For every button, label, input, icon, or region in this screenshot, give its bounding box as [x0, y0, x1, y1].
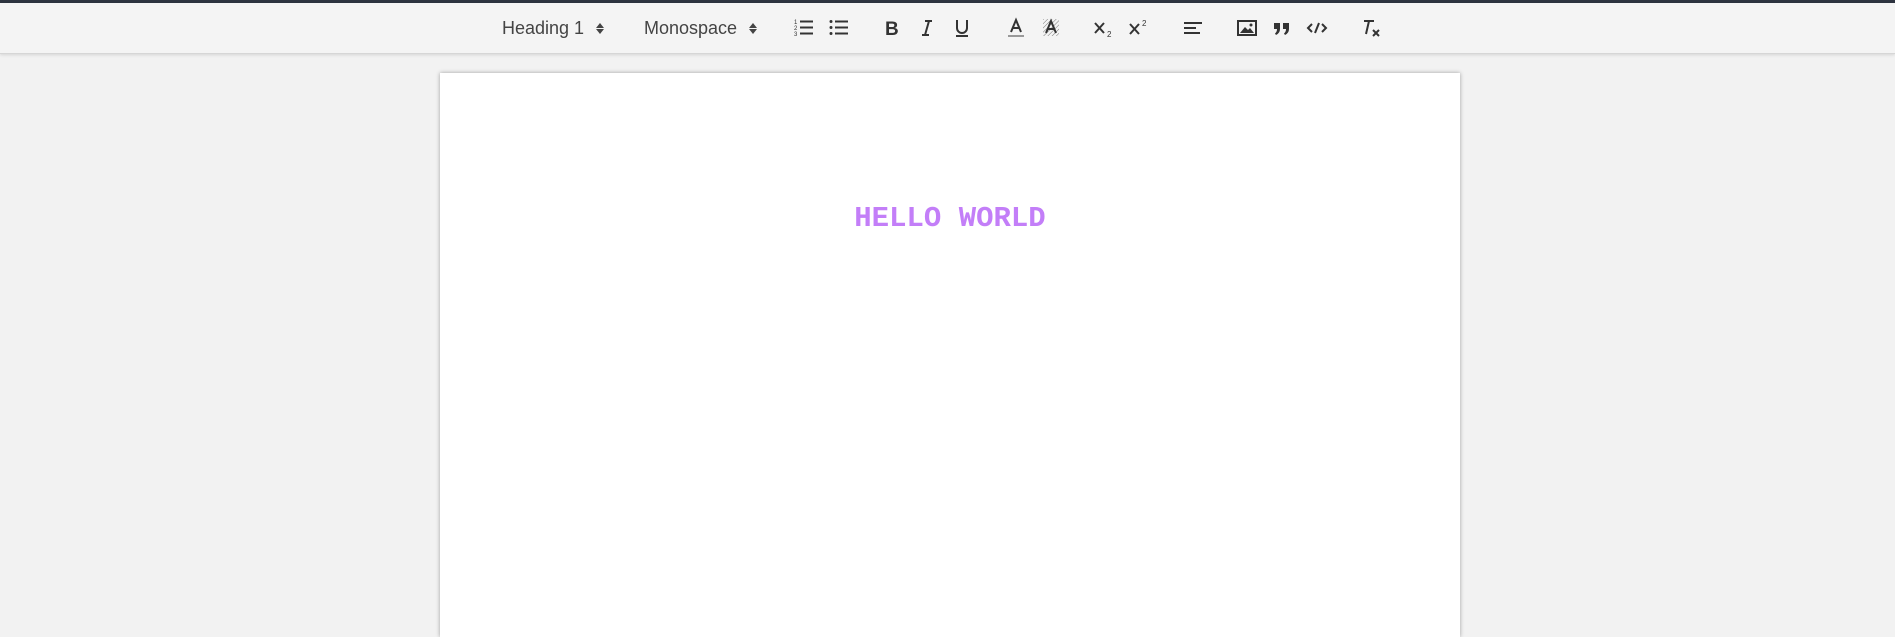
superscript-button[interactable]: 2 [1125, 3, 1153, 53]
bullet-list-icon [829, 20, 848, 35]
subscript-icon: 2 [1094, 22, 1112, 39]
document-page[interactable]: HELLO WORLD [440, 73, 1460, 637]
superscript-icon: 2 [1129, 19, 1147, 35]
text-color-icon [1008, 17, 1024, 37]
image-button[interactable] [1233, 3, 1261, 53]
heading-select-label: Heading 1 [502, 17, 585, 38]
font-select[interactable]: Monospace [644, 3, 758, 53]
clear-format-icon [1364, 20, 1380, 37]
underline-icon [956, 20, 968, 37]
heading-select[interactable]: Heading 1 [502, 3, 605, 53]
align-button[interactable] [1179, 3, 1207, 53]
code-button[interactable] [1303, 3, 1331, 53]
ordered-list-icon: 1 2 3 [794, 20, 813, 38]
svg-text:B: B [885, 19, 899, 39]
quote-icon [1274, 23, 1289, 35]
italic-icon [922, 20, 932, 36]
align-left-icon [1184, 22, 1202, 34]
bullet-list-button[interactable] [825, 3, 853, 53]
bold-button[interactable]: B [877, 3, 905, 53]
highlight-icon [1043, 18, 1059, 36]
select-arrows-icon [749, 22, 758, 34]
image-icon [1237, 20, 1257, 36]
subscript-button[interactable]: 2 [1090, 3, 1118, 53]
italic-button[interactable] [913, 3, 941, 53]
highlight-button[interactable] [1037, 3, 1065, 53]
document-heading[interactable]: HELLO WORLD [440, 199, 1460, 239]
blockquote-button[interactable] [1268, 3, 1296, 53]
select-arrows-icon [596, 22, 605, 34]
editor-toolbar: Heading 1 Monospace 1 2 3 B 2 2 [0, 3, 1895, 54]
text-color-button[interactable] [1002, 3, 1030, 53]
ordered-list-button[interactable]: 1 2 3 [790, 3, 818, 53]
clear-format-button[interactable] [1357, 3, 1385, 53]
bold-icon: B [885, 19, 899, 39]
underline-button[interactable] [948, 3, 976, 53]
font-select-label: Monospace [644, 17, 738, 38]
code-icon [1306, 22, 1328, 34]
svg-text:3: 3 [794, 32, 798, 38]
svg-text:2: 2 [1107, 30, 1112, 39]
svg-text:2: 2 [1142, 19, 1147, 28]
